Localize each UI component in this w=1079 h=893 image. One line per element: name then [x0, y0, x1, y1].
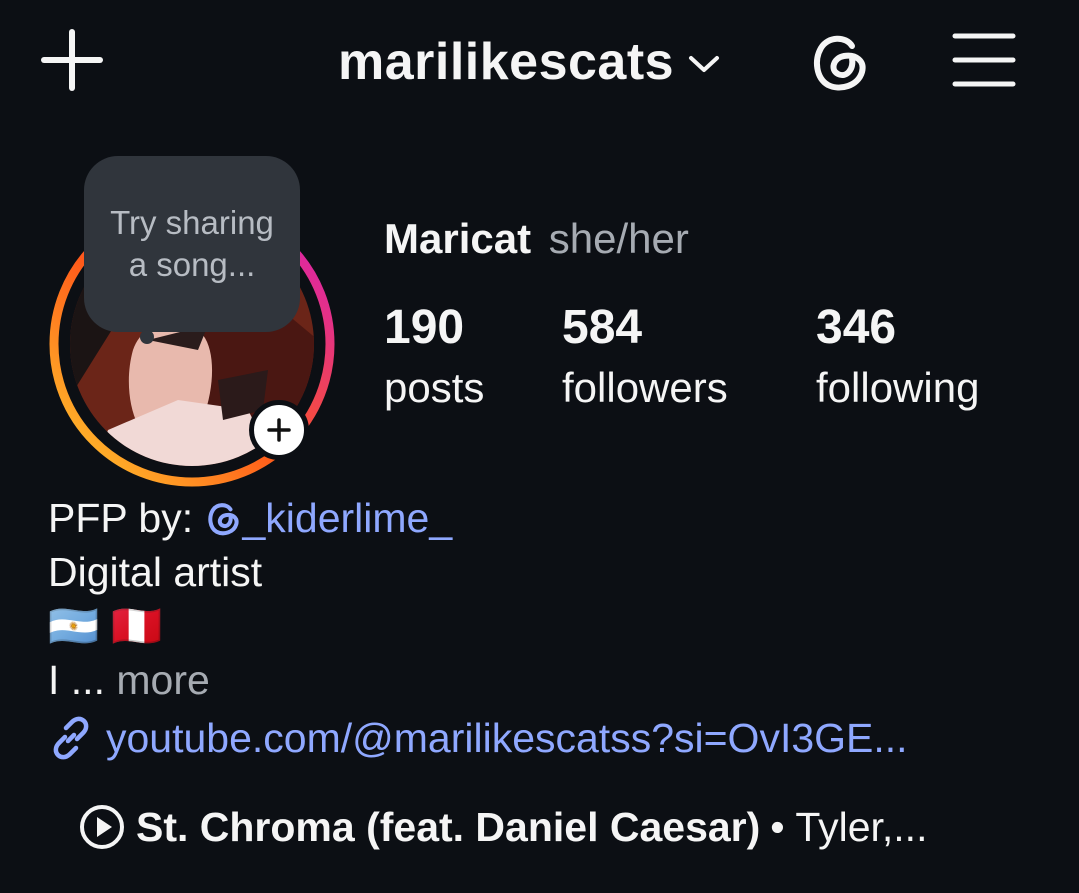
- bio-flags: 🇦🇷 🇵🇪: [48, 600, 162, 652]
- note-prompt: Try sharing a song...: [110, 204, 274, 283]
- bio-credit-line: PFP by: _kiderlime_: [48, 492, 452, 544]
- chevron-down-icon: [689, 56, 720, 72]
- note-bubble[interactable]: Try sharing a song...: [84, 156, 300, 332]
- song-artist: Tyler,...: [795, 803, 928, 850]
- plus-icon: [267, 418, 291, 442]
- bio-link-text: youtube.com/@marilikescatss?si=OvI3GE...: [106, 715, 908, 761]
- threads-mention-link[interactable]: _kiderlime_: [204, 495, 452, 541]
- threads-icon[interactable]: [806, 28, 872, 94]
- flag-peru: 🇵🇪: [111, 603, 163, 649]
- following-count: 346: [816, 301, 897, 354]
- song-artist-line: • Tyler,...: [770, 804, 927, 851]
- bio-link[interactable]: youtube.com/@marilikescatss?si=OvI3GE...: [48, 712, 908, 764]
- bio-more-button[interactable]: more: [116, 657, 209, 703]
- threads-icon: [208, 503, 240, 536]
- account-switcher[interactable]: marilikescats: [338, 30, 720, 94]
- flag-argentina: 🇦🇷: [48, 603, 100, 649]
- song-separator: •: [770, 803, 796, 850]
- stat-followers[interactable]: 584 followers: [562, 298, 728, 418]
- menu-icon[interactable]: [952, 30, 1016, 90]
- play-icon: [80, 805, 124, 849]
- profile-music[interactable]: St. Chroma (feat. Daniel Caesar) • Tyler…: [78, 798, 927, 856]
- bio-credit-prefix: PFP by:: [48, 495, 205, 541]
- stat-following[interactable]: 346 following: [816, 298, 979, 418]
- bio-description: Digital artist: [48, 549, 263, 595]
- add-story-button[interactable]: [249, 400, 309, 460]
- followers-count: 584: [562, 301, 643, 354]
- add-post-icon[interactable]: [40, 28, 104, 92]
- name-line: Maricat she/her: [384, 215, 689, 263]
- username: marilikescats: [338, 33, 675, 91]
- song-title: St. Chroma (feat. Daniel Caesar): [136, 803, 761, 850]
- bio-truncated-line: I ... more: [48, 654, 210, 706]
- display-name: Maricat: [384, 215, 532, 262]
- posts-label: posts: [384, 364, 485, 411]
- mention-handle: _kiderlime_: [242, 495, 453, 541]
- stat-posts[interactable]: 190 posts: [384, 298, 484, 418]
- link-icon: [53, 716, 89, 760]
- pronouns: she/her: [548, 215, 689, 262]
- bio-truncated-text: I ...: [48, 657, 117, 703]
- posts-count: 190: [384, 301, 465, 354]
- note-bubble-tail: [140, 330, 154, 344]
- following-label: following: [816, 364, 980, 411]
- followers-label: followers: [562, 364, 728, 411]
